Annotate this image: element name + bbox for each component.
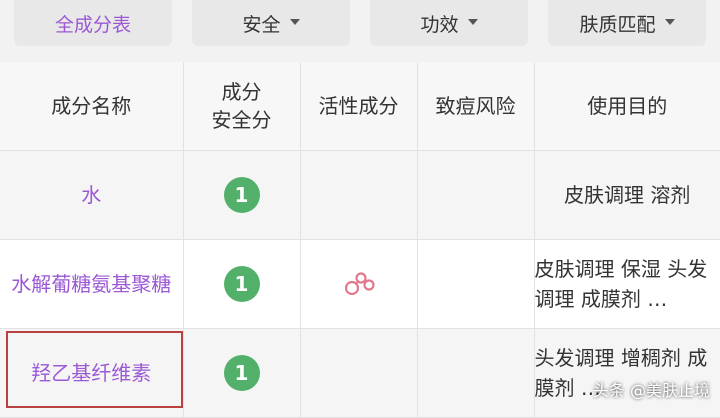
table-header-row: 成分名称 成分 安全分 活性成分 致痘风险 使用目的 [0,62,720,151]
safety-score-cell: 1 [183,329,300,418]
header-ingredient-name: 成分名称 [0,62,183,151]
header-acne-risk: 致痘风险 [417,62,534,151]
chevron-down-icon [290,19,300,25]
safety-score-cell: 1 [183,151,300,240]
filter-efficacy[interactable]: 功效 [370,0,528,46]
table-row[interactable]: 水解葡糖氨基聚糖 1 皮肤调理 保湿 头发调理 成膜剂 … [0,240,720,329]
acne-risk-cell [417,151,534,240]
active-ingredient-cell [300,151,417,240]
safety-score-badge: 1 [224,177,260,213]
header-safety-score: 成分 安全分 [183,62,300,151]
purpose-text: 皮肤调理 溶剂 [535,180,720,210]
active-ingredient-cell [300,240,417,329]
header-purpose: 使用目的 [534,62,720,151]
purpose-text: 皮肤调理 保湿 头发调理 成膜剂 … [535,254,720,314]
filter-all-ingredients-label: 全成分表 [55,10,131,37]
purpose-cell: 皮肤调理 保湿 头发调理 成膜剂 … [534,240,720,329]
highlight-box [6,331,183,408]
filter-skin-match[interactable]: 肤质匹配 [548,0,706,46]
table-row[interactable]: 水 1 皮肤调理 溶剂 [0,151,720,240]
acne-risk-cell [417,240,534,329]
header-active-ingredient: 活性成分 [300,62,417,151]
active-ingredient-cell [300,329,417,418]
filter-skin-match-label: 肤质匹配 [579,10,655,37]
chevron-down-icon [665,19,675,25]
header-safety-line1: 成分 [222,80,262,104]
ingredient-name[interactable]: 水解葡糖氨基聚糖 [0,240,183,329]
filter-safety[interactable]: 安全 [192,0,350,46]
filter-efficacy-label: 功效 [420,10,458,37]
ingredient-name[interactable]: 水 [0,151,183,240]
safety-score-badge: 1 [224,355,260,391]
active-ingredient-icon [342,265,376,299]
purpose-cell: 头发调理 增稠剂 成膜剂 … [534,329,720,418]
filter-safety-label: 安全 [242,10,280,37]
watermark: 头条 @美肤止境 [593,377,710,401]
acne-risk-cell [417,329,534,418]
safety-score-badge: 1 [224,266,260,302]
purpose-cell: 皮肤调理 溶剂 [534,151,720,240]
filter-all-ingredients[interactable]: 全成分表 [14,0,172,46]
chevron-down-icon [468,19,478,25]
header-safety-line2: 安全分 [212,108,272,132]
safety-score-cell: 1 [183,240,300,329]
filter-bar: 全成分表 安全 功效 肤质匹配 [0,0,720,63]
